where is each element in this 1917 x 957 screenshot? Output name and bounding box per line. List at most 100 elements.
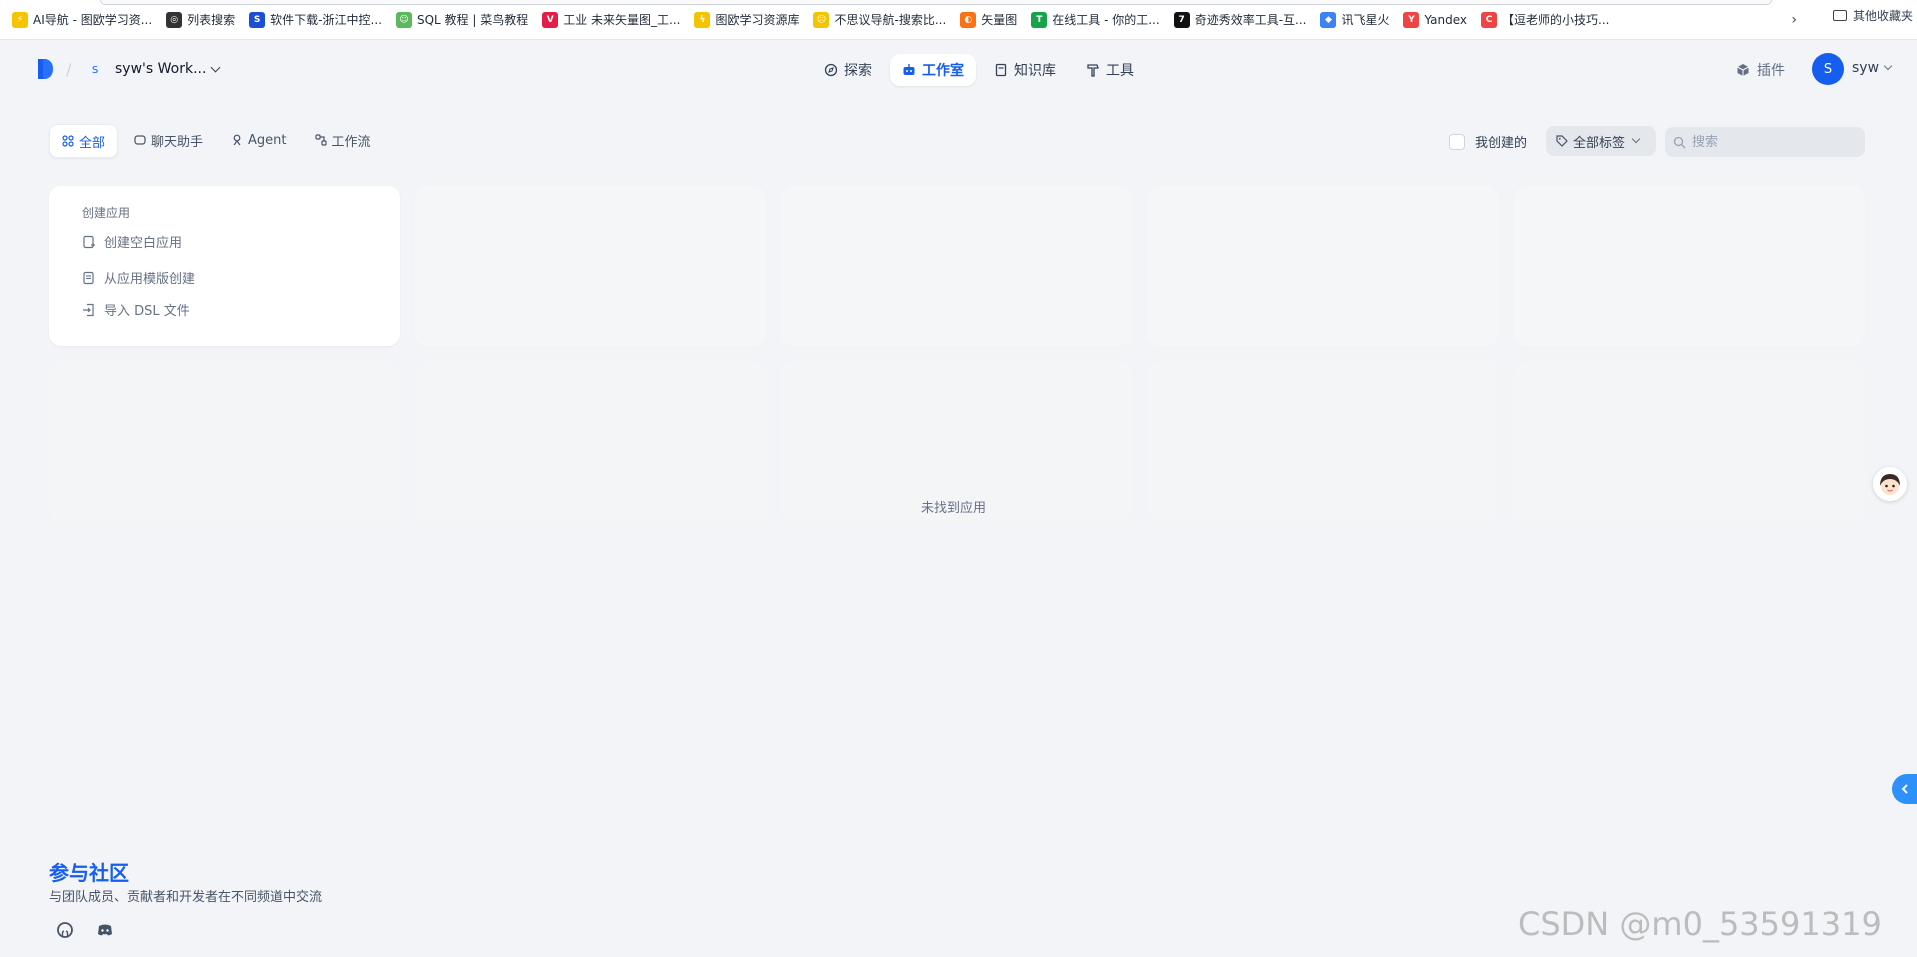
- file-plus-icon: [83, 235, 95, 248]
- tab-workflow-label: 工作流: [331, 134, 371, 150]
- user-avatar[interactable]: S: [1812, 53, 1844, 85]
- tag-icon: [1556, 135, 1568, 147]
- bookmark-item[interactable]: 7 奇迹秀效率工具-互...: [1168, 7, 1313, 33]
- plugins-button[interactable]: 插件: [1736, 60, 1785, 80]
- runoob-icon: ☺: [395, 11, 412, 28]
- nav-tools[interactable]: 工具: [1074, 54, 1146, 86]
- import-dsl-label: 导入 DSL 文件: [104, 304, 190, 319]
- bookmark-item[interactable]: Y Yandex: [1397, 7, 1473, 33]
- chevron-left-icon: [1901, 784, 1908, 794]
- app-card-placeholder: [1514, 538, 1865, 698]
- bookmark-item[interactable]: ◐ 矢量图: [954, 7, 1023, 33]
- face-icon: ☹: [813, 11, 830, 28]
- app-card-placeholder: [1147, 538, 1498, 698]
- workspace-selector[interactable]: syw's Work...: [115, 61, 221, 77]
- breadcrumb-separator: /: [66, 60, 72, 79]
- app-type-tabs: 全部 聊天助手 Agent 工作流: [49, 124, 383, 158]
- user-menu[interactable]: syw: [1852, 60, 1893, 76]
- vector-icon: ◐: [960, 11, 977, 28]
- cube-icon: [1737, 64, 1749, 76]
- create-blank-app-button[interactable]: 创建空白应用: [82, 232, 182, 251]
- search-icon: [1673, 136, 1686, 148]
- created-by-me-filter[interactable]: 我创建的: [1449, 132, 1527, 151]
- agent-icon: [233, 134, 241, 146]
- tag-filter-label: 全部标签: [1573, 135, 1626, 151]
- robot-icon: [903, 64, 915, 75]
- bookmark-item[interactable]: ☺ SQL 教程 | 菜鸟教程: [390, 7, 534, 33]
- bookmark-label: 工业 未来矢量图_工...: [563, 13, 681, 27]
- collapse-panel-button[interactable]: [1892, 774, 1917, 804]
- c-icon: C: [1481, 11, 1498, 28]
- user-name: syw: [1852, 60, 1880, 76]
- nav-studio-label: 工作室: [922, 63, 964, 79]
- bookmark-item[interactable]: ◎ 列表搜索: [160, 7, 241, 33]
- bookmark-label: 图欧学习资源库: [715, 13, 800, 27]
- nav-knowledge[interactable]: 知识库: [982, 54, 1068, 86]
- file-template-icon: [83, 271, 94, 284]
- create-from-template-button[interactable]: 从应用模版创建: [82, 268, 195, 287]
- bookmark-item[interactable]: T 在线工具 - 你的工...: [1025, 7, 1165, 33]
- bookmark-label: Yandex: [1424, 12, 1468, 27]
- chat-icon: [134, 135, 146, 145]
- lightning-icon: ϟ: [694, 11, 711, 28]
- nav-tools-label: 工具: [1106, 63, 1134, 79]
- other-bookmarks[interactable]: 其他收藏夹: [1832, 7, 1913, 24]
- nav-studio[interactable]: 工作室: [890, 54, 976, 86]
- created-by-me-checkbox[interactable]: [1449, 133, 1465, 150]
- discord-icon[interactable]: [95, 920, 115, 940]
- tag-filter-select[interactable]: 全部标签: [1546, 126, 1656, 156]
- bookmark-label: 列表搜索: [187, 13, 236, 27]
- app-card-placeholder: [415, 538, 766, 698]
- app-header: / S syw's Work... 探索 工作室 知识库 工具 插件 S syw: [0, 40, 1917, 100]
- nav-explore[interactable]: 探索: [812, 54, 884, 86]
- tab-all[interactable]: 全部: [49, 124, 119, 158]
- bookmark-item[interactable]: C 【逗老师的小技巧...: [1475, 7, 1615, 33]
- app-card-placeholder: [415, 362, 766, 522]
- created-by-me-label: 我创建的: [1475, 136, 1528, 151]
- bookmarks-more-icon[interactable]: ›: [1791, 12, 1797, 28]
- bookmark-label: 【逗老师的小技巧...: [1502, 13, 1610, 27]
- bookmark-item[interactable]: ☹ 不思议导航-搜索比...: [807, 7, 952, 33]
- app-card-placeholder: [1147, 362, 1498, 522]
- app-card-placeholder: [49, 538, 400, 698]
- tab-workflow[interactable]: 工作流: [303, 124, 383, 156]
- search-input[interactable]: [1690, 133, 1854, 151]
- chevron-down-icon: [210, 62, 221, 72]
- bookmark-item[interactable]: S 软件下载-浙江中控...: [243, 7, 388, 33]
- tab-all-label: 全部: [79, 135, 106, 151]
- app-card-placeholder: [415, 186, 766, 346]
- dify-logo-icon[interactable]: [36, 58, 54, 80]
- create-app-title: 创建应用: [82, 206, 131, 220]
- app-card-placeholder: [1147, 186, 1498, 346]
- bookmark-label: SQL 教程 | 菜鸟教程: [416, 13, 529, 27]
- tab-agent-label: Agent: [248, 132, 287, 148]
- bookmark-label: 奇迹秀效率工具-互...: [1194, 13, 1307, 27]
- bookmark-item[interactable]: ⚡ AI导航 - 图欧学习资...: [6, 7, 158, 33]
- assistant-avatar-icon[interactable]: [1873, 467, 1907, 501]
- empty-state-text: 未找到应用: [921, 501, 987, 516]
- tab-chat[interactable]: 聊天助手: [122, 124, 215, 156]
- nav-explore-label: 探索: [844, 63, 872, 79]
- bookmark-item[interactable]: ◆ 讯飞星火: [1314, 7, 1395, 33]
- search-box[interactable]: [1665, 127, 1865, 157]
- chevron-down-icon: [1631, 134, 1641, 144]
- hammer-icon: [1087, 64, 1099, 77]
- bookmarks-bar: ⚡ AI导航 - 图欧学习资... ◎ 列表搜索 S 软件下载-浙江中控... ☺ SQL 教…: [0, 0, 1917, 40]
- import-dsl-button[interactable]: 导入 DSL 文件: [82, 300, 190, 319]
- workspace-avatar: S: [86, 61, 104, 79]
- bolt-icon: ⚡: [12, 11, 28, 28]
- app-card-placeholder: [49, 362, 400, 522]
- vcg-icon: V: [542, 11, 559, 28]
- bookmark-item[interactable]: ϟ 图欧学习资源库: [688, 7, 805, 33]
- workspace-name: syw's Work...: [115, 61, 207, 77]
- seven-icon: 7: [1173, 11, 1190, 28]
- workflow-icon: [314, 134, 327, 146]
- community-description: 与团队成员、贡献者和开发者在不同频道中交流: [49, 890, 323, 905]
- other-bookmarks-label: 其他收藏夹: [1852, 9, 1913, 23]
- tab-agent[interactable]: Agent: [219, 124, 298, 156]
- bookmark-label: 在线工具 - 你的工...: [1052, 13, 1160, 27]
- github-icon[interactable]: [55, 920, 75, 940]
- bookmark-label: 软件下载-浙江中控...: [270, 13, 382, 27]
- csdn-watermark: CSDN @m0_53591319: [1518, 905, 1882, 943]
- bookmark-item[interactable]: V 工业 未来矢量图_工...: [536, 7, 686, 33]
